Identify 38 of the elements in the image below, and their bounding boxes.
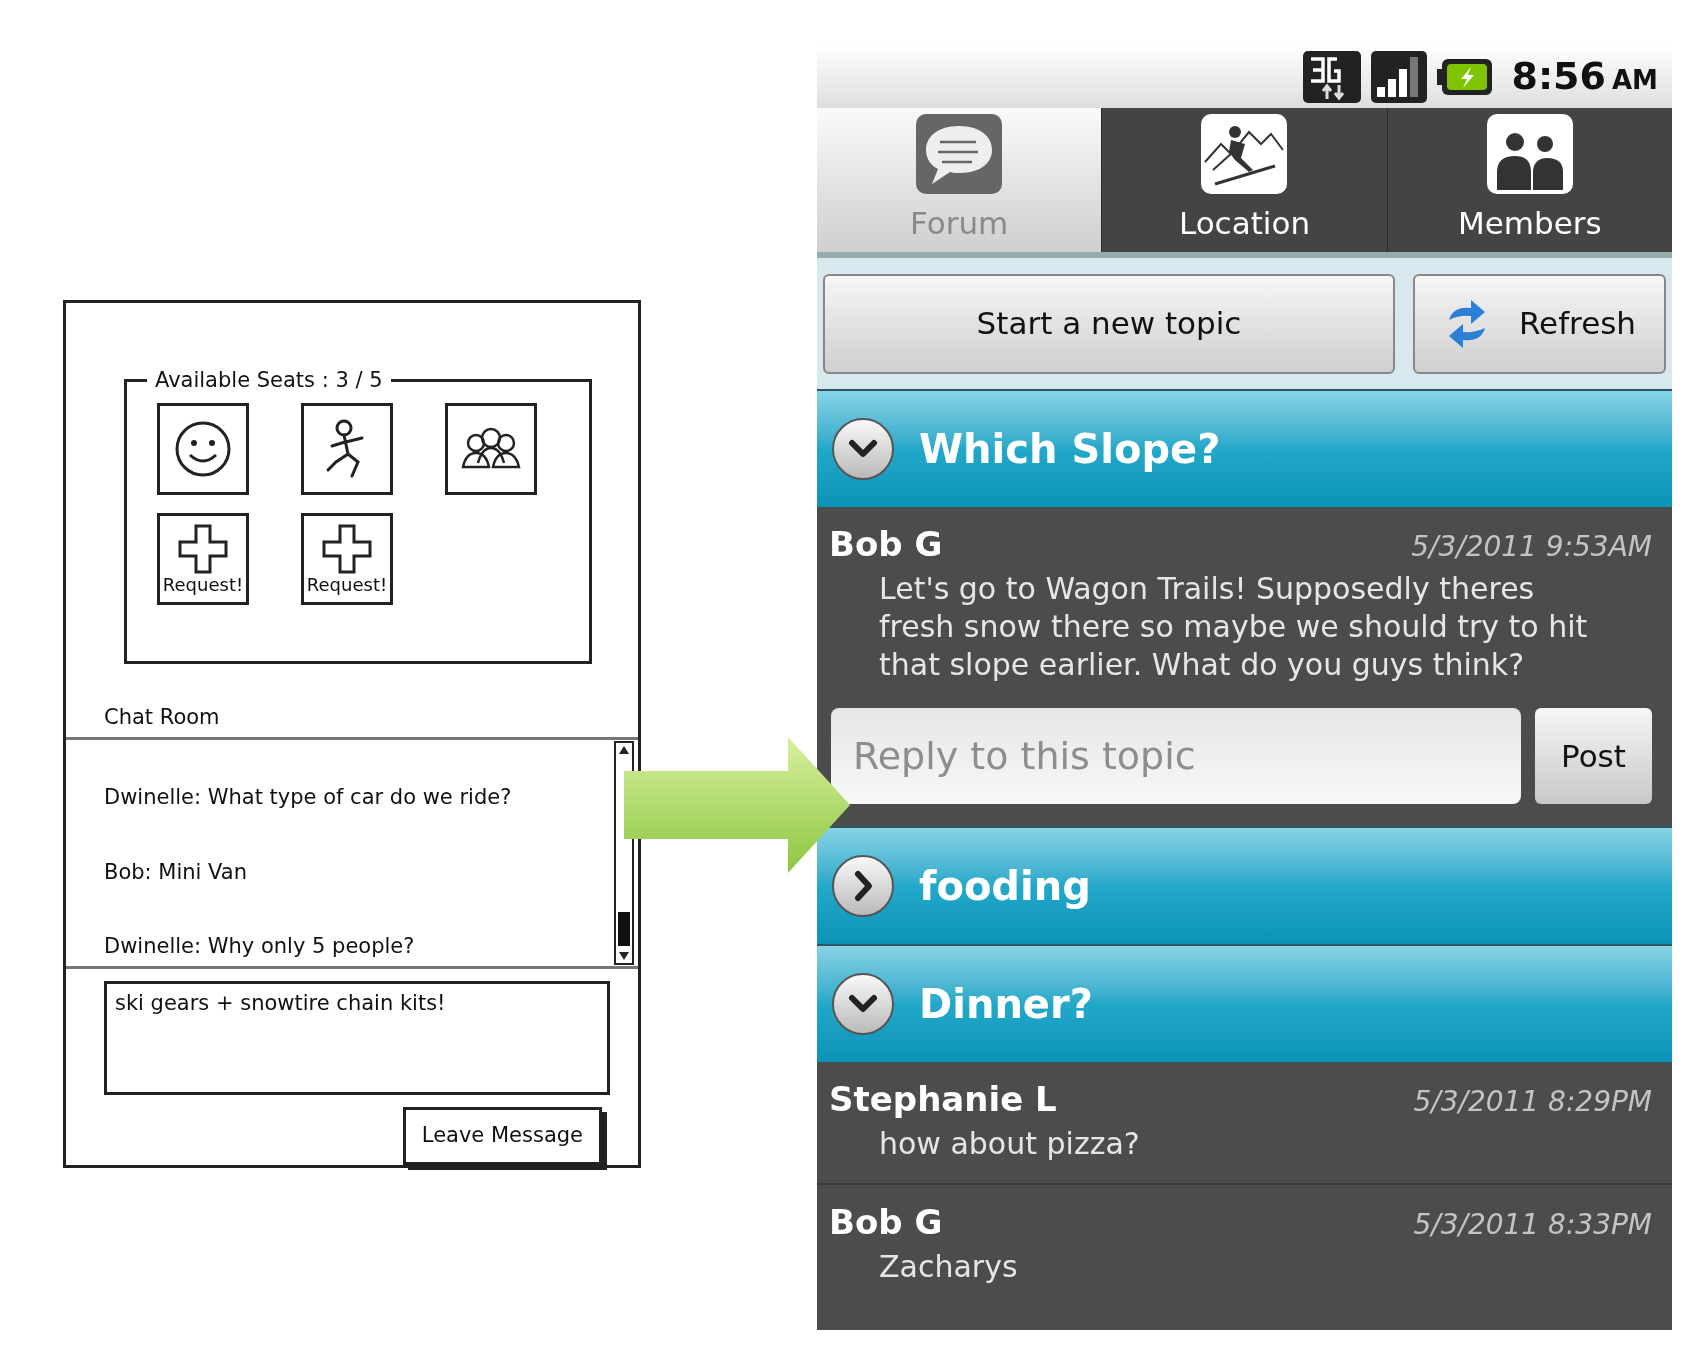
battery-charging-icon: [1437, 56, 1494, 97]
3g-data-icon: [1303, 50, 1362, 103]
chevron-right-icon: [831, 854, 895, 918]
post-time: 5/3/2011 9:53AM: [1411, 529, 1653, 565]
seats-label: Available Seats : 3 / 5: [154, 367, 384, 394]
people-icon: [1486, 113, 1573, 194]
chat-message: Dwinelle: What type of car do we ride?: [104, 784, 513, 812]
signal-icon: [1371, 50, 1428, 103]
chevron-down-icon: [831, 972, 895, 1036]
chat-room-label: Chat Room: [104, 703, 221, 731]
post-text: how about pizza?: [878, 1125, 1141, 1163]
speech-bubble-icon: [916, 113, 1003, 194]
refresh-button[interactable]: Refresh: [1413, 273, 1666, 374]
post-author: Bob G: [829, 523, 943, 566]
request-seat-button[interactable]: Request!: [157, 512, 249, 605]
post-text: Zacharys: [878, 1248, 1019, 1286]
tab[interactable]: Location: [1101, 108, 1387, 252]
request-seat-button[interactable]: Request!: [301, 512, 393, 605]
reply-field[interactable]: Reply to this topic: [831, 708, 1521, 804]
new-topic-button[interactable]: Start a new topic: [823, 273, 1395, 374]
post-time: 5/3/2011 8:29PM: [1413, 1084, 1653, 1120]
post-text: Let's go to Wagon Trails! Supposedly theres fresh snow there so maybe we should try to hit that slope earlier. What do you guys think?: [878, 570, 1589, 684]
chevron-down-icon: [831, 417, 895, 481]
people-group-icon: [460, 426, 522, 471]
message-input[interactable]: ski gears + snowtire chain kits!: [104, 981, 610, 1095]
clock-time: 8:56: [1511, 53, 1606, 100]
plus-icon: [177, 522, 229, 575]
post-author: Stephanie L: [829, 1078, 1057, 1121]
post-author: Bob G: [829, 1201, 943, 1244]
right-arrow-icon: [624, 737, 850, 873]
skier-icon: [1201, 113, 1288, 194]
clock-am-pm: AM: [1612, 64, 1658, 97]
chat-message: Dwinelle: Why only 5 people?: [104, 932, 416, 960]
chat-message: Bob: Mini Van: [104, 858, 249, 886]
plus-icon: [321, 522, 373, 575]
post-button[interactable]: Post: [1535, 708, 1652, 804]
post-time: 5/3/2011 8:33PM: [1413, 1207, 1653, 1243]
tab[interactable]: Members: [1386, 108, 1672, 252]
